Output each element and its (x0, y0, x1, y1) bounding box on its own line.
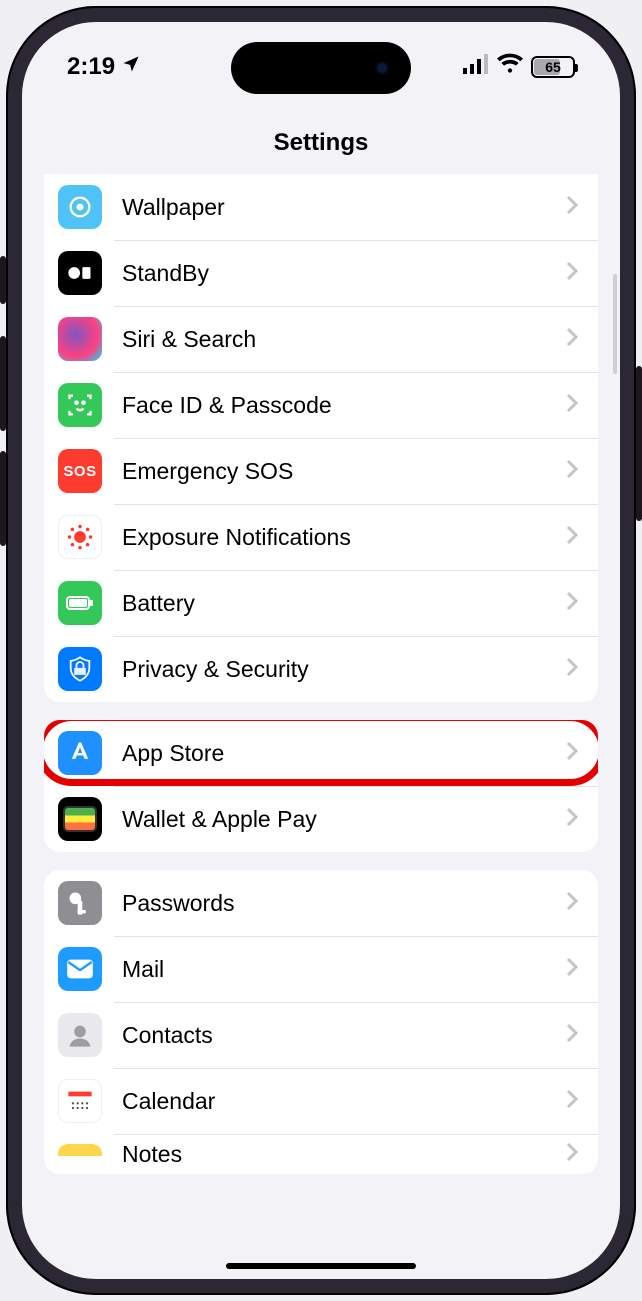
chevron-right-icon (566, 657, 578, 682)
settings-row-sos[interactable]: SOS Emergency SOS (44, 438, 598, 504)
row-label: Wallet & Apple Pay (122, 806, 566, 833)
chevron-right-icon (566, 525, 578, 550)
volume-up-button (0, 336, 6, 431)
settings-row-standby[interactable]: StandBy (44, 240, 598, 306)
row-label: Calendar (122, 1088, 566, 1115)
chevron-right-icon (566, 807, 578, 832)
chevron-right-icon (566, 459, 578, 484)
standby-icon (58, 251, 102, 295)
chevron-right-icon (566, 393, 578, 418)
sos-icon: SOS (58, 449, 102, 493)
settings-list[interactable]: Wallpaper StandBy Siri & Search (22, 174, 620, 1279)
chevron-right-icon (566, 261, 578, 286)
dynamic-island (231, 42, 411, 94)
settings-row-privacy[interactable]: Privacy & Security (44, 636, 598, 702)
battery-indicator: 65 (531, 56, 575, 78)
calendar-icon (58, 1079, 102, 1123)
volume-down-button (0, 451, 6, 546)
chevron-right-icon (566, 891, 578, 916)
settings-group: Passwords Mail Contacts (44, 870, 598, 1174)
settings-row-passwords[interactable]: Passwords (44, 870, 598, 936)
status-time: 2:19 (67, 53, 115, 81)
row-label: StandBy (122, 260, 566, 287)
settings-group: App Store Wallet & Apple Pay (44, 720, 598, 852)
contacts-icon (58, 1013, 102, 1057)
row-label: Privacy & Security (122, 656, 566, 683)
screen: 2:19 65 Settings (22, 22, 620, 1279)
settings-row-faceid[interactable]: Face ID & Passcode (44, 372, 598, 438)
privacy-icon (58, 647, 102, 691)
chevron-right-icon (566, 741, 578, 766)
row-label: Face ID & Passcode (122, 392, 566, 419)
passwords-icon (58, 881, 102, 925)
settings-row-battery[interactable]: Battery (44, 570, 598, 636)
settings-row-mail[interactable]: Mail (44, 936, 598, 1002)
settings-group: Wallpaper StandBy Siri & Search (44, 174, 598, 702)
front-camera (375, 61, 389, 75)
settings-row-exposure[interactable]: Exposure Notifications (44, 504, 598, 570)
app-store-icon (58, 731, 102, 775)
chevron-right-icon (566, 591, 578, 616)
phone-frame: 2:19 65 Settings (6, 6, 636, 1295)
row-label: Wallpaper (122, 194, 566, 221)
row-label: Exposure Notifications (122, 524, 566, 551)
settings-row-appstore[interactable]: App Store (44, 720, 598, 786)
scrollbar[interactable] (613, 274, 617, 374)
silent-switch (0, 256, 6, 304)
exposure-icon (58, 515, 102, 559)
home-indicator[interactable] (226, 1263, 416, 1269)
faceid-icon (58, 383, 102, 427)
wallpaper-icon (58, 185, 102, 229)
power-button (636, 366, 642, 521)
battery-icon (58, 581, 102, 625)
cell-signal-icon (463, 53, 489, 81)
page-title: Settings (274, 129, 369, 157)
chevron-right-icon (566, 1089, 578, 1114)
row-label: Emergency SOS (122, 458, 566, 485)
settings-row-contacts[interactable]: Contacts (44, 1002, 598, 1068)
notes-icon (58, 1144, 102, 1174)
row-label: Battery (122, 590, 566, 617)
settings-row-wallpaper[interactable]: Wallpaper (44, 174, 598, 240)
mail-icon (58, 947, 102, 991)
settings-row-siri[interactable]: Siri & Search (44, 306, 598, 372)
battery-percent: 65 (545, 59, 561, 75)
chevron-right-icon (566, 1023, 578, 1048)
chevron-right-icon (566, 1142, 578, 1167)
settings-row-wallet[interactable]: Wallet & Apple Pay (44, 786, 598, 852)
location-icon (121, 53, 141, 81)
row-label: Contacts (122, 1022, 566, 1049)
row-label: Mail (122, 956, 566, 983)
chevron-right-icon (566, 195, 578, 220)
settings-row-notes[interactable]: Notes (44, 1134, 598, 1174)
row-label: Notes (122, 1141, 566, 1168)
chevron-right-icon (566, 957, 578, 982)
wifi-icon (497, 53, 523, 81)
settings-row-calendar[interactable]: Calendar (44, 1068, 598, 1134)
nav-bar: Settings (22, 112, 620, 174)
wallet-icon (58, 797, 102, 841)
siri-icon (58, 317, 102, 361)
row-label: Siri & Search (122, 326, 566, 353)
chevron-right-icon (566, 327, 578, 352)
row-label: App Store (122, 740, 566, 767)
row-label: Passwords (122, 890, 566, 917)
